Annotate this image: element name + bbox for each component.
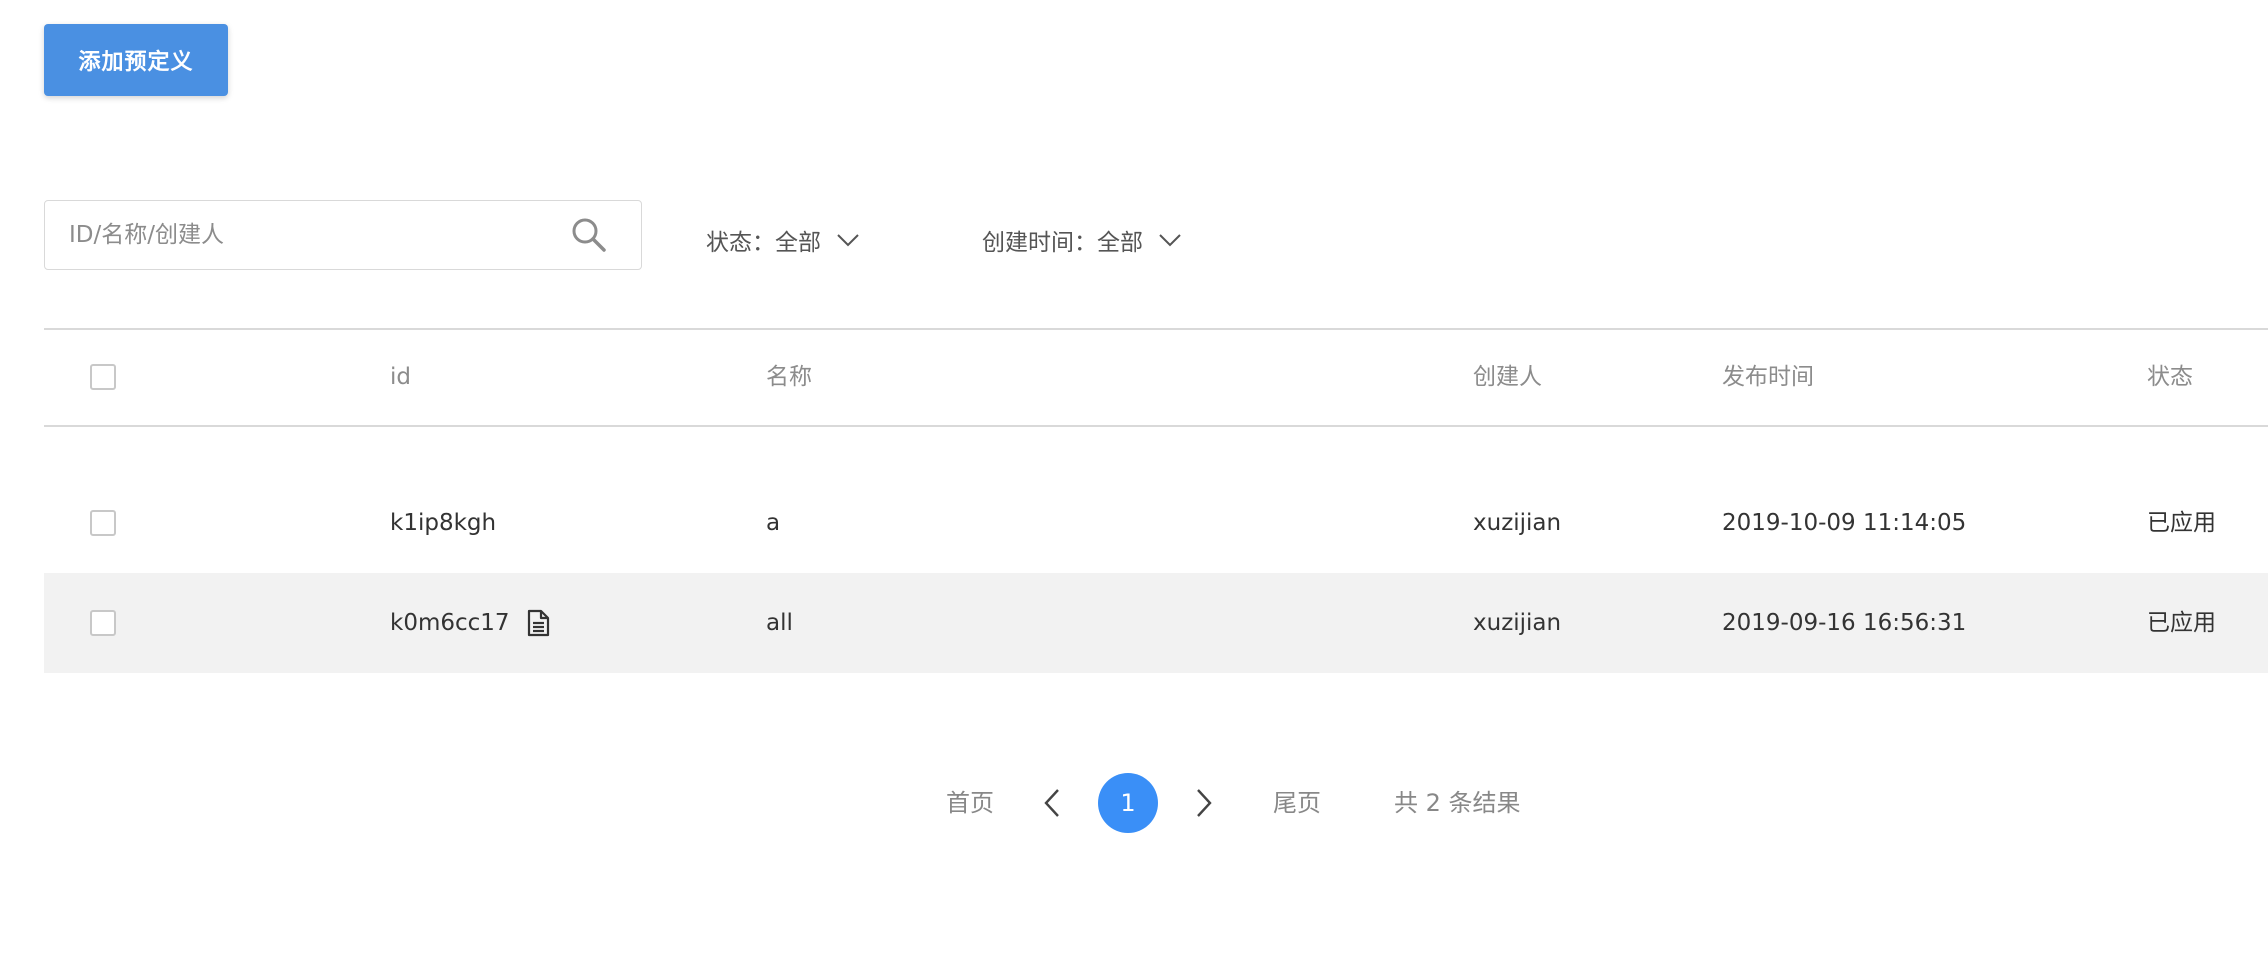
search-icon[interactable] (569, 215, 609, 255)
row-status: 已应用 (2147, 510, 2216, 536)
row-checkbox[interactable] (90, 510, 116, 536)
chevron-down-icon (837, 234, 859, 247)
document-icon[interactable] (523, 608, 553, 638)
column-header-creator[interactable]: 创建人 (1473, 362, 1542, 392)
chevron-down-icon (1159, 234, 1181, 247)
row-id: k0m6cc17 (390, 610, 510, 636)
column-header-publish-time[interactable]: 发布时间 (1722, 362, 1814, 392)
status-filter-label: 状态：全部 (706, 230, 821, 256)
created-time-filter[interactable]: 创建时间：全部 (982, 218, 1183, 262)
column-header-name[interactable]: 名称 (766, 362, 812, 392)
chevron-right-icon[interactable] (1186, 786, 1220, 820)
row-name: all (766, 610, 793, 636)
search-input[interactable] (45, 201, 569, 269)
row-publish-time: 2019-10-09 11:14:05 (1722, 510, 1967, 536)
row-name: a (766, 510, 781, 536)
created-time-filter-label: 创建时间：全部 (982, 230, 1143, 256)
table-header-divider (44, 425, 2268, 427)
search-box (44, 200, 642, 270)
table-top-divider (44, 328, 2268, 330)
select-all-checkbox[interactable] (90, 364, 116, 390)
row-creator: xuzijian (1473, 510, 1562, 536)
page-number-current[interactable]: 1 (1098, 773, 1158, 833)
status-filter[interactable]: 状态：全部 (706, 218, 861, 262)
first-page-link[interactable]: 首页 (946, 787, 994, 819)
add-predefined-button[interactable]: 添加预定义 (44, 24, 228, 96)
row-status: 已应用 (2147, 610, 2216, 636)
row-creator: xuzijian (1473, 610, 1562, 636)
pagination-summary: 共 2 条结果 (1394, 789, 1521, 817)
column-header-status[interactable]: 状态 (2147, 362, 2193, 392)
chevron-left-icon[interactable] (1036, 786, 1070, 820)
row-checkbox[interactable] (90, 610, 116, 636)
column-header-id[interactable]: id (390, 362, 411, 392)
last-page-link[interactable]: 尾页 (1273, 787, 1321, 819)
row-id: k1ip8kgh (390, 510, 497, 536)
row-publish-time: 2019-09-16 16:56:31 (1722, 610, 1967, 636)
